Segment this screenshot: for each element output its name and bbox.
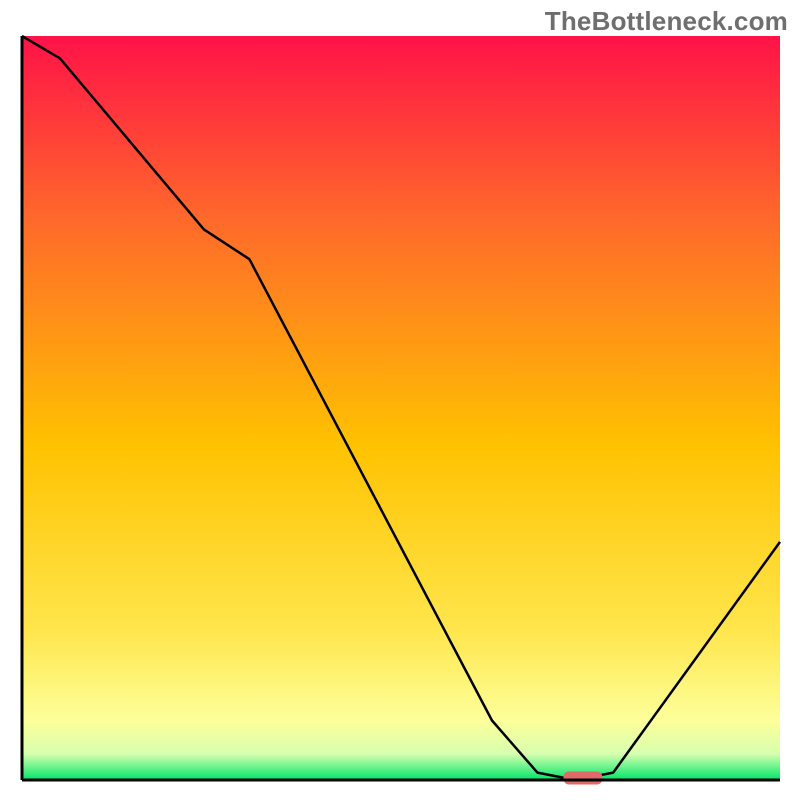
chart-svg: [0, 0, 800, 800]
optimal-marker: [564, 772, 602, 784]
watermark-label: TheBottleneck.com: [545, 6, 788, 37]
bottleneck-chart: TheBottleneck.com: [0, 0, 800, 800]
